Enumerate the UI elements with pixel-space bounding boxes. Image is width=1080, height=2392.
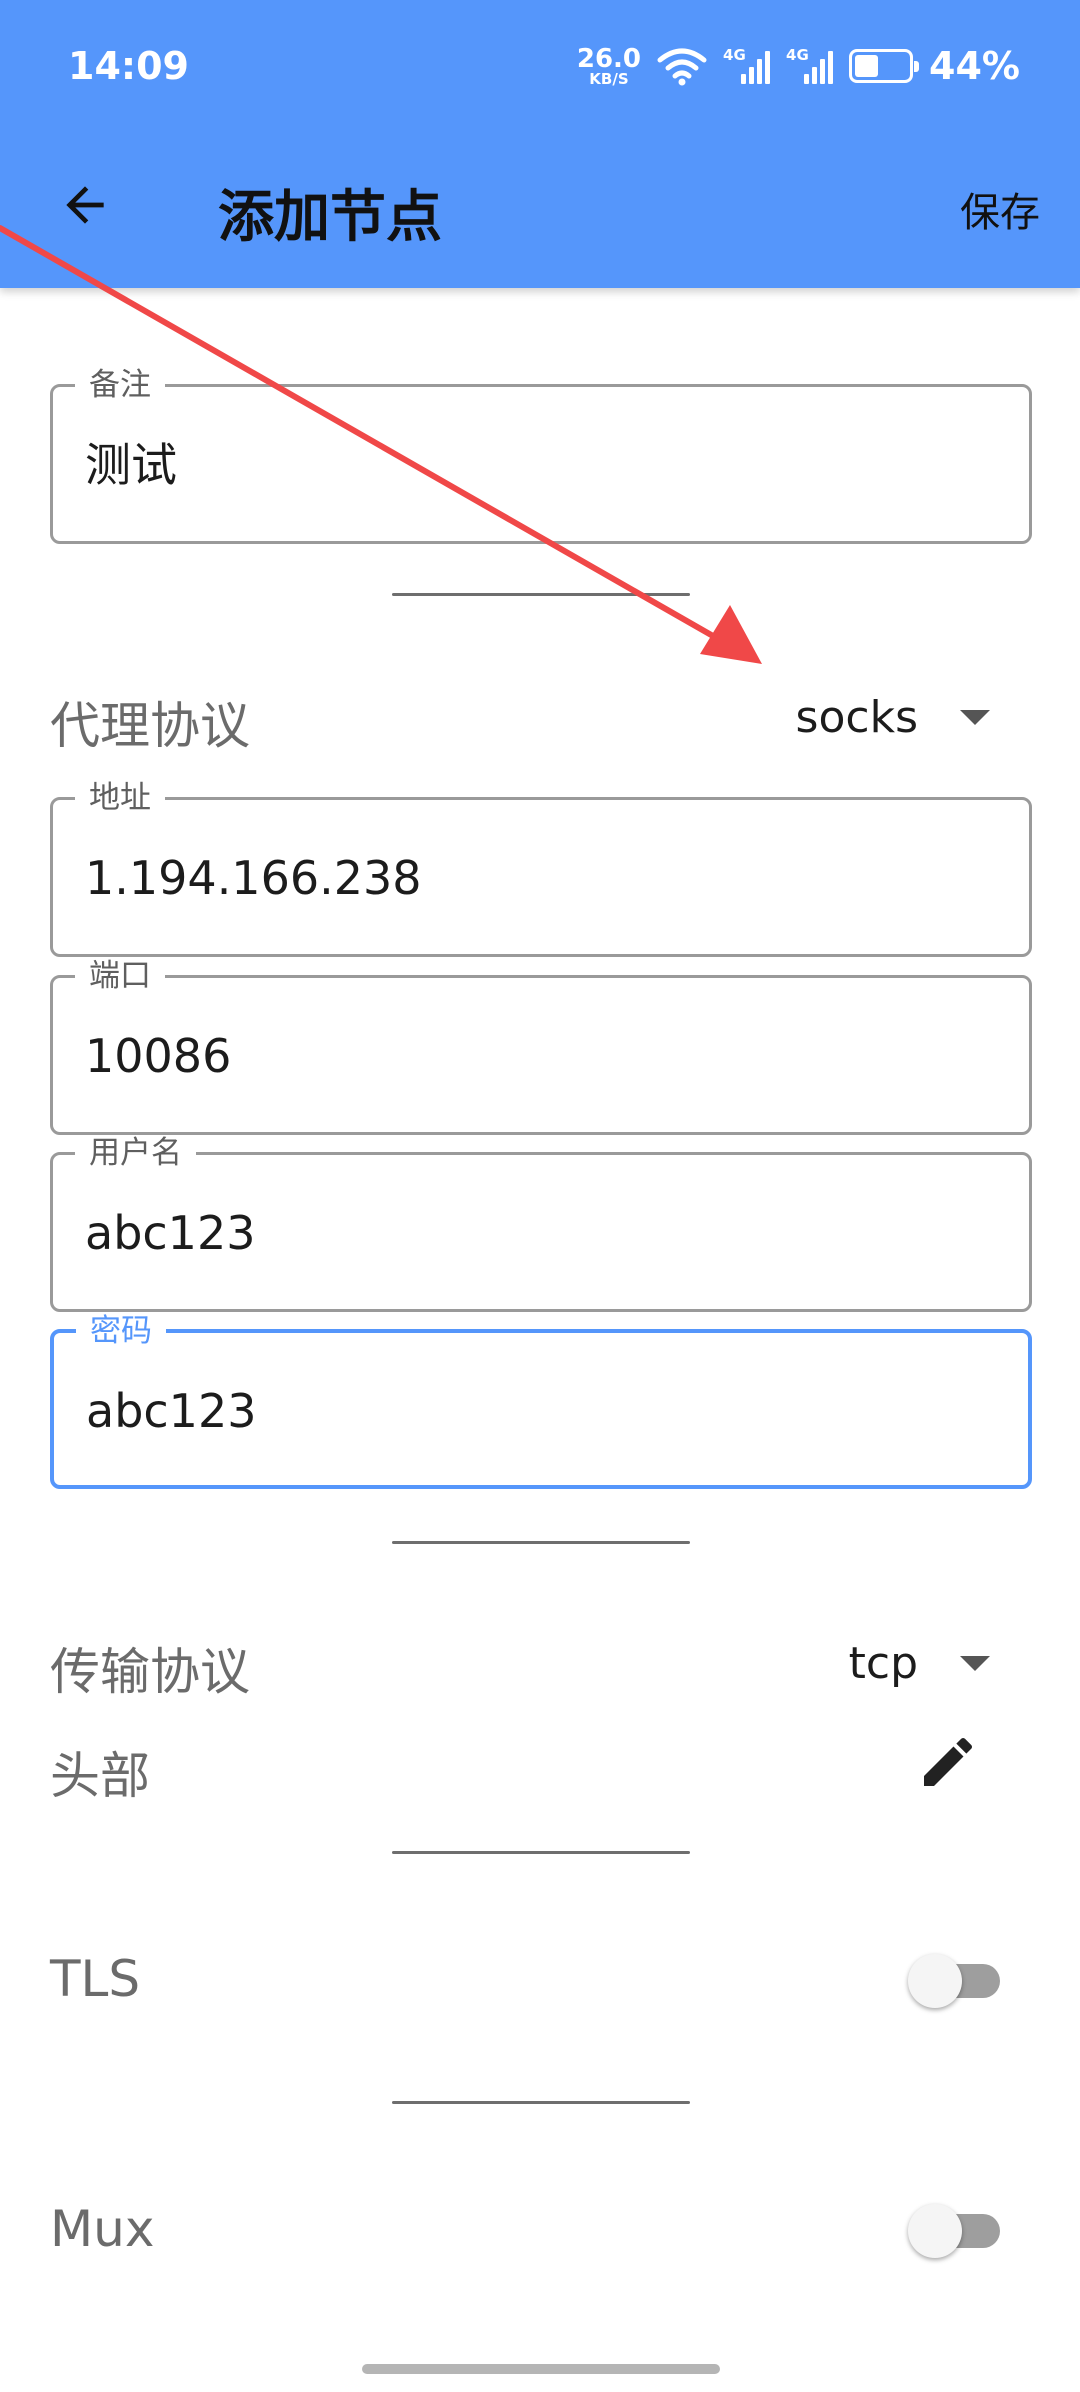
wifi-icon <box>657 48 707 86</box>
port-input[interactable] <box>85 1028 985 1084</box>
app-bar: 14:09 26.0 KB/S 4G 4G 44% 添加节点 保存 <box>0 0 1080 288</box>
cellular-signal-icon: 4G <box>723 46 771 84</box>
remark-input[interactable] <box>85 437 985 493</box>
transport-protocol-value: tcp <box>848 1638 918 1689</box>
remark-label: 备注 <box>75 367 165 403</box>
username-input[interactable] <box>85 1205 985 1261</box>
tls-label: TLS <box>50 1950 141 2008</box>
transport-protocol-dropdown[interactable]: tcp <box>849 1638 990 1689</box>
network-speed: 26.0 KB/S <box>577 46 641 87</box>
username-label: 用户名 <box>75 1135 196 1171</box>
toggle-thumb <box>908 1954 962 2008</box>
mux-toggle[interactable] <box>908 2204 1000 2258</box>
address-input[interactable] <box>85 850 985 906</box>
arrow-back-icon <box>66 186 104 224</box>
section-divider <box>392 1851 690 1854</box>
port-label: 端口 <box>75 958 165 994</box>
network-speed-unit: KB/S <box>589 69 629 88</box>
toggle-thumb <box>908 2204 962 2258</box>
header-label: 头部 <box>50 1747 150 1805</box>
status-icons: 26.0 KB/S 4G 4G 44% <box>577 40 1020 92</box>
address-field[interactable]: 地址 <box>50 780 1032 957</box>
remark-field[interactable]: 备注 <box>50 367 1032 544</box>
dropdown-arrow-icon <box>960 1656 990 1671</box>
password-label: 密码 <box>76 1313 166 1349</box>
tls-toggle[interactable] <box>908 1954 1000 2008</box>
signal-type-label: 4G <box>786 46 809 64</box>
address-label: 地址 <box>75 780 165 816</box>
password-field[interactable]: 密码 <box>50 1313 1032 1489</box>
battery-percent: 44% <box>929 44 1020 88</box>
proxy-protocol-value: socks <box>795 692 918 743</box>
battery-fill <box>855 55 878 77</box>
battery-icon <box>849 49 920 83</box>
section-divider <box>392 2101 690 2104</box>
section-divider <box>392 1541 690 1544</box>
page-title: 添加节点 <box>218 185 442 250</box>
home-indicator[interactable] <box>362 2364 720 2374</box>
dropdown-arrow-icon <box>960 710 990 725</box>
signal-type-label: 4G <box>723 46 746 64</box>
status-time: 14:09 <box>68 44 189 88</box>
network-speed-value: 26.0 <box>576 43 642 74</box>
edit-pencil-icon[interactable] <box>916 1730 980 1794</box>
username-field[interactable]: 用户名 <box>50 1135 1032 1312</box>
proxy-protocol-label: 代理协议 <box>50 697 250 755</box>
cellular-signal-icon: 4G <box>786 46 834 84</box>
back-button[interactable] <box>40 160 130 250</box>
save-button[interactable]: 保存 <box>960 180 1040 238</box>
transport-protocol-label: 传输协议 <box>50 1643 250 1701</box>
port-field[interactable]: 端口 <box>50 958 1032 1135</box>
section-divider <box>392 593 690 596</box>
password-input[interactable] <box>86 1383 986 1439</box>
mux-label: Mux <box>50 2200 155 2258</box>
proxy-protocol-dropdown[interactable]: socks <box>796 692 990 743</box>
